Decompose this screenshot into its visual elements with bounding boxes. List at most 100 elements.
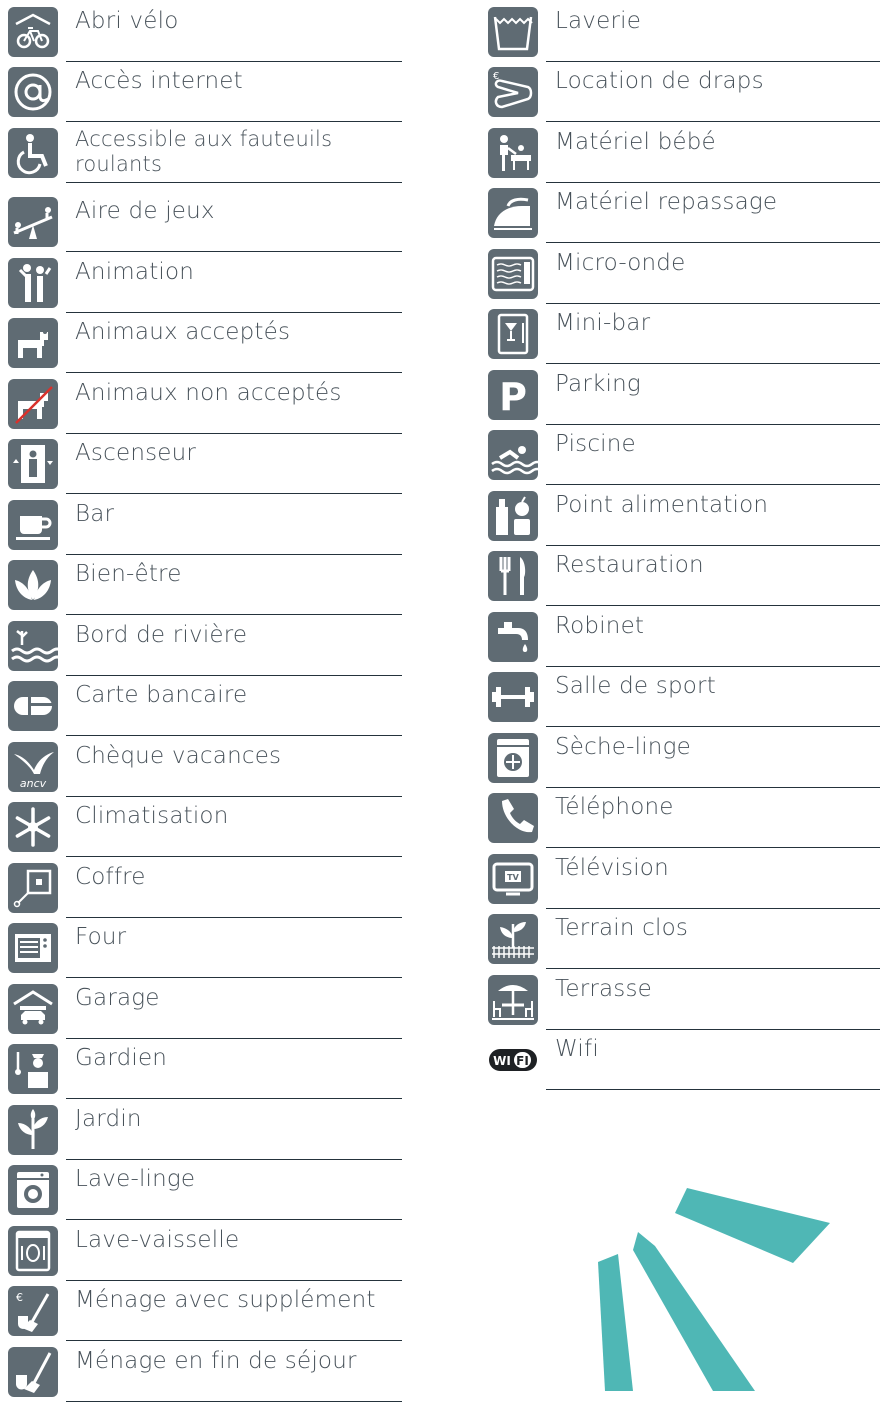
amenity-label: Terrain clos <box>555 915 689 941</box>
terrace-icon <box>488 975 538 1025</box>
tv-icon: TV <box>488 854 538 904</box>
dishwasher-icon <box>8 1226 58 1276</box>
amenity-row: Matériel repassage <box>488 183 880 243</box>
amenity-row: Ménage en fin de séjour <box>8 1342 402 1402</box>
snowflake-icon <box>8 802 58 852</box>
broom-icon <box>8 1347 58 1397</box>
svg-text:WI: WI <box>493 1054 511 1068</box>
credit-card-icon <box>8 681 58 731</box>
amenity-label: Ménage avec supplément <box>75 1287 376 1313</box>
svg-text:FI: FI <box>516 1054 529 1068</box>
row-divider <box>66 372 402 373</box>
amenity-row: Lave-vaisselle <box>8 1221 402 1281</box>
row-divider <box>66 1340 402 1341</box>
row-divider <box>66 1098 402 1099</box>
row-divider <box>546 1089 880 1090</box>
amenity-row: Téléphone <box>488 788 880 848</box>
row-divider <box>546 484 880 485</box>
row-divider <box>66 182 402 183</box>
amenity-row: Gardien <box>8 1039 402 1099</box>
dryer-icon <box>488 733 538 783</box>
row-divider <box>66 856 402 857</box>
dog-icon <box>8 318 58 368</box>
amenity-row: Ascenseur <box>8 434 402 494</box>
amenity-label: Bar <box>75 501 115 527</box>
amenity-label: Animation <box>75 259 195 285</box>
amenity-label: Ménage en fin de séjour <box>75 1348 357 1374</box>
amenity-row: Carte bancaire <box>8 676 402 736</box>
amenity-row: Lave-linge <box>8 1160 402 1220</box>
svg-text:€: € <box>16 1291 23 1304</box>
amenity-row: Aire de jeux <box>8 192 402 252</box>
amenity-label: Télévision <box>555 855 669 881</box>
amenity-label: Lave-vaisselle <box>75 1227 240 1253</box>
amenity-label: Wifi <box>555 1036 599 1062</box>
amenity-row: Point alimentation <box>488 486 880 546</box>
amenity-label: Bien-être <box>75 561 182 587</box>
wash-basin-icon <box>488 7 538 57</box>
amenity-label: Laverie <box>555 8 642 34</box>
amenity-label: Animaux acceptés <box>75 319 291 345</box>
amenity-row: Salle de sport <box>488 667 880 727</box>
amenity-label: Micro-onde <box>555 250 686 276</box>
amenity-label: Accessible aux fauteuils roulants <box>75 127 333 176</box>
microwave-icon <box>488 249 538 299</box>
safe-icon <box>8 863 58 913</box>
groceries-icon <box>488 491 538 541</box>
amenity-label: Four <box>75 924 127 950</box>
amenity-label: Jardin <box>75 1106 142 1132</box>
row-divider <box>66 1219 402 1220</box>
amenity-label: Terrasse <box>555 976 653 1002</box>
svg-text:ancv: ancv <box>20 777 47 790</box>
amenity-row: Animaux non acceptés <box>8 374 402 434</box>
row-divider <box>66 977 402 978</box>
amenity-row: Sèche-linge <box>488 728 880 788</box>
svg-text:€: € <box>493 71 499 82</box>
amenity-label: Ascenseur <box>75 440 197 466</box>
amenity-row: Accès internet <box>8 62 402 122</box>
amenity-row: Mini-bar <box>488 304 880 364</box>
amenity-label: Carte bancaire <box>75 682 248 708</box>
amenity-row: Bien-être <box>8 555 402 615</box>
wifi-icon: WI FI <box>488 1035 538 1085</box>
svg-text:TV: TV <box>507 873 519 882</box>
fenced-garden-icon <box>488 914 538 964</box>
amenity-label: Point alimentation <box>555 492 769 518</box>
amenity-row: TV Télévision <box>488 849 880 909</box>
amenity-label: Bord de rivière <box>75 622 248 648</box>
garage-icon <box>8 984 58 1034</box>
amenity-label: Animaux non acceptés <box>75 380 342 406</box>
amenity-label: Restauration <box>555 552 704 578</box>
amenity-label: Matériel repassage <box>555 189 778 215</box>
parking-icon: P <box>488 370 538 420</box>
plant-icon <box>8 1105 58 1155</box>
amenity-label: Location de draps <box>555 68 764 94</box>
amenity-row: Restauration <box>488 546 880 606</box>
broom-euro-icon: € <box>8 1286 58 1336</box>
amenity-label: Aire de jeux <box>75 198 215 224</box>
minibar-icon <box>488 309 538 359</box>
teal-rays-decoration <box>598 1188 830 1391</box>
ancv-icon: ancv <box>8 742 58 792</box>
amenity-row: Accessible aux fauteuils roulants <box>8 123 402 183</box>
row-divider <box>66 251 402 252</box>
amenity-row: Piscine <box>488 425 880 485</box>
iron-icon <box>488 188 538 238</box>
amenity-label: Parking <box>555 371 641 397</box>
amenity-row: Garage <box>8 979 402 1039</box>
oven-icon <box>8 923 58 973</box>
amenity-label: Mini-bar <box>555 310 651 336</box>
amenity-label: Chèque vacances <box>75 743 282 769</box>
amenity-row: Coffre <box>8 858 402 918</box>
row-divider <box>546 121 880 122</box>
swimming-pool-icon <box>488 430 538 480</box>
at-sign-icon <box>8 67 58 117</box>
coffee-cup-icon <box>8 500 58 550</box>
amenity-label: Robinet <box>555 613 645 639</box>
amenity-row: Animation <box>8 253 402 313</box>
amenity-label: Abri vélo <box>75 8 179 34</box>
phone-icon <box>488 793 538 843</box>
row-divider <box>66 614 402 615</box>
faucet-icon <box>488 612 538 662</box>
wheelchair-icon <box>8 128 58 178</box>
